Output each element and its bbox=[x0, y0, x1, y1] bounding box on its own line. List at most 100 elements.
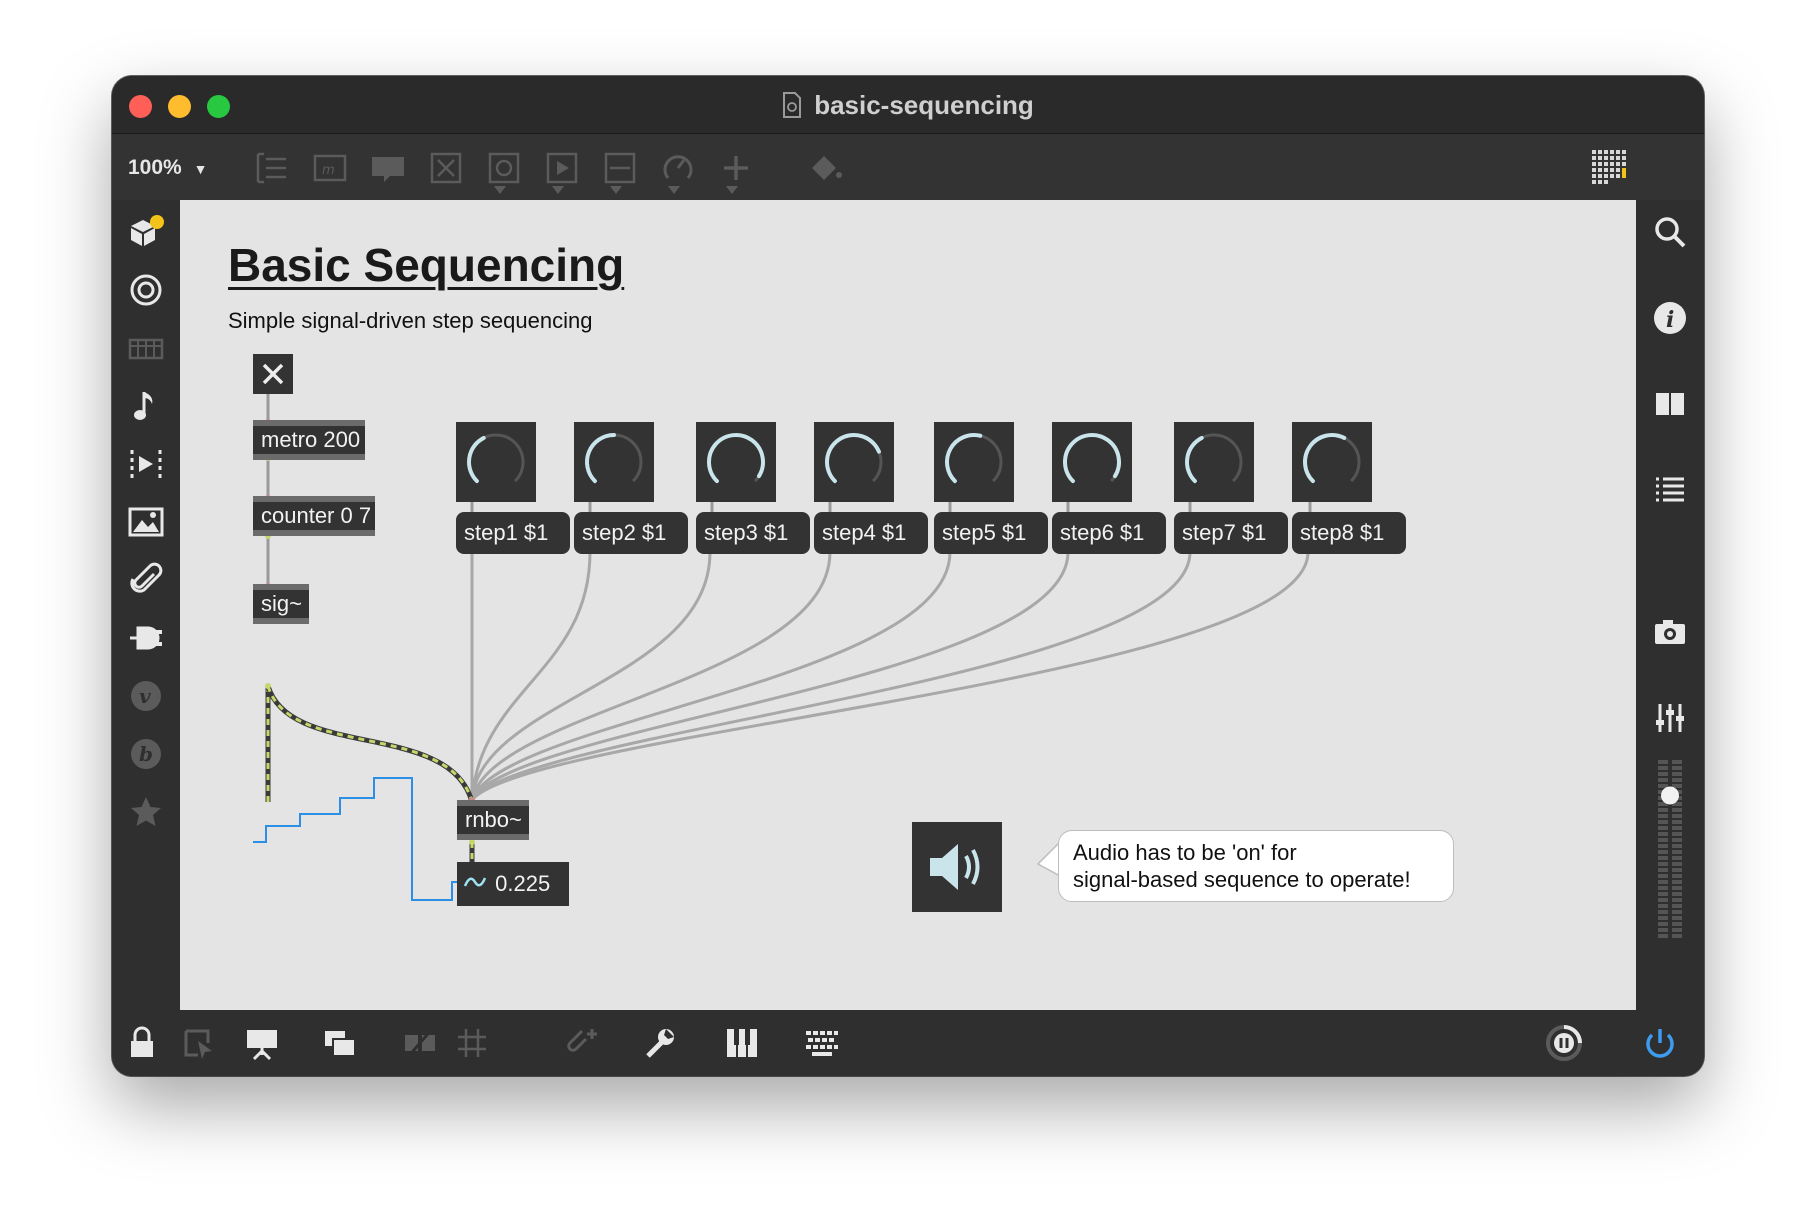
target-icon[interactable] bbox=[126, 270, 166, 310]
presentation-icon[interactable] bbox=[242, 1023, 282, 1063]
power-icon[interactable] bbox=[1640, 1023, 1680, 1063]
v-icon[interactable]: v bbox=[126, 676, 166, 716]
newobject-icon[interactable] bbox=[252, 148, 292, 188]
piano-icon[interactable] bbox=[722, 1023, 762, 1063]
wrench-icon[interactable] bbox=[640, 1023, 680, 1063]
meter-segment bbox=[1672, 916, 1682, 920]
meter-segment bbox=[1672, 934, 1682, 938]
step8-dial[interactable] bbox=[1292, 422, 1372, 502]
chevron-down-icon[interactable] bbox=[726, 186, 738, 194]
step5-message[interactable]: step5 $1 bbox=[934, 512, 1048, 554]
step4-message[interactable]: step4 $1 bbox=[814, 512, 928, 554]
paperclip-icon[interactable] bbox=[126, 560, 166, 600]
add-icon[interactable] bbox=[716, 148, 756, 188]
meter-segment bbox=[1658, 856, 1668, 860]
camera-icon[interactable] bbox=[1650, 612, 1690, 652]
step2-dial[interactable] bbox=[574, 422, 654, 502]
gain-slider-knob bbox=[1661, 786, 1679, 805]
windows-icon[interactable] bbox=[320, 1023, 360, 1063]
rnbo-object[interactable]: rnbo~ bbox=[457, 800, 529, 840]
meter-segment bbox=[1658, 844, 1668, 848]
paint-bucket-icon[interactable] bbox=[806, 148, 846, 188]
step5-dial[interactable] bbox=[934, 422, 1014, 502]
mixer-icon[interactable] bbox=[1650, 698, 1690, 738]
meter-segment bbox=[1658, 898, 1668, 902]
meter-segment bbox=[1672, 814, 1682, 818]
patcher-canvas[interactable]: Basic Sequencing Simple signal-driven st… bbox=[180, 200, 1636, 1010]
play-icon[interactable] bbox=[542, 148, 582, 188]
meter-segment bbox=[1672, 904, 1682, 908]
level-meter-icon[interactable] bbox=[1654, 756, 1686, 944]
toggle-icon[interactable] bbox=[426, 148, 466, 188]
step7-message[interactable]: step7 $1 bbox=[1174, 512, 1288, 554]
chevron-down-icon[interactable] bbox=[494, 186, 506, 194]
packages-icon[interactable] bbox=[126, 212, 166, 252]
presentation-select-icon[interactable] bbox=[178, 1023, 218, 1063]
keyboard-grid-icon[interactable] bbox=[802, 1023, 842, 1063]
meter-segment bbox=[1672, 880, 1682, 884]
packages-badge bbox=[150, 215, 164, 229]
lock-icon[interactable] bbox=[122, 1023, 162, 1063]
chevron-down-icon[interactable] bbox=[610, 186, 622, 194]
meter-segment bbox=[1672, 874, 1682, 878]
meter-segment bbox=[1658, 778, 1668, 782]
grid-icon[interactable] bbox=[452, 1023, 492, 1063]
step6-dial[interactable] bbox=[1052, 422, 1132, 502]
metro-toggle[interactable] bbox=[253, 354, 293, 394]
plug-icon[interactable] bbox=[126, 618, 166, 658]
step8-message[interactable]: step8 $1 bbox=[1292, 512, 1406, 554]
step1-dial[interactable] bbox=[456, 422, 536, 502]
step3-message[interactable]: step3 $1 bbox=[696, 512, 810, 554]
signal-number-display[interactable]: 0.225 bbox=[457, 862, 569, 906]
list-icon[interactable] bbox=[1650, 470, 1690, 510]
step3-dial[interactable] bbox=[696, 422, 776, 502]
step6-message[interactable]: step6 $1 bbox=[1052, 512, 1166, 554]
meter-segment bbox=[1672, 778, 1682, 782]
info-icon[interactable]: i bbox=[1650, 298, 1690, 338]
search-icon[interactable] bbox=[1650, 212, 1690, 252]
signal-scope-trace bbox=[253, 777, 470, 901]
chevron-down-icon[interactable] bbox=[668, 186, 680, 194]
b-icon[interactable]: b bbox=[126, 734, 166, 774]
meter-segment bbox=[1658, 850, 1668, 854]
button-icon[interactable] bbox=[484, 148, 524, 188]
right-sidebar: i bbox=[1636, 200, 1704, 1010]
dial-value-arc bbox=[1063, 433, 1121, 484]
music-note-icon[interactable] bbox=[126, 386, 166, 426]
keyboard-icon[interactable] bbox=[126, 328, 166, 368]
svg-text:v: v bbox=[139, 684, 151, 708]
step4-dial[interactable] bbox=[814, 422, 894, 502]
columns-icon[interactable] bbox=[1650, 384, 1690, 424]
audio-comment-line1: Audio has to be 'on' for bbox=[1073, 840, 1297, 865]
meter-segment bbox=[1672, 832, 1682, 836]
dial-icon[interactable] bbox=[658, 148, 698, 188]
sequence-icon[interactable] bbox=[126, 444, 166, 484]
meter-segment bbox=[1658, 868, 1668, 872]
step2-message[interactable]: step2 $1 bbox=[574, 512, 688, 554]
attach-icon[interactable] bbox=[562, 1023, 602, 1063]
counter-object[interactable]: counter 0 7 bbox=[253, 496, 375, 536]
step7-dial[interactable] bbox=[1174, 422, 1254, 502]
hide-icon[interactable] bbox=[400, 1023, 440, 1063]
step1-message[interactable]: step1 $1 bbox=[456, 512, 570, 554]
grid-view-icon[interactable] bbox=[1590, 148, 1630, 188]
dial-value-arc bbox=[707, 433, 765, 484]
message-icon[interactable]: m bbox=[310, 148, 350, 188]
image-icon[interactable] bbox=[126, 502, 166, 542]
sig-object[interactable]: sig~ bbox=[253, 584, 309, 624]
meter-segment bbox=[1672, 826, 1682, 830]
slider-icon[interactable] bbox=[600, 148, 640, 188]
zoom-level: 100% bbox=[128, 156, 182, 179]
cpu-meter-icon[interactable] bbox=[1544, 1023, 1584, 1063]
toggle-on-icon bbox=[262, 363, 284, 385]
chevron-down-icon[interactable] bbox=[552, 186, 564, 194]
star-icon[interactable] bbox=[126, 792, 166, 832]
meter-segment bbox=[1672, 808, 1682, 812]
left-sidebar: v b bbox=[112, 200, 180, 1010]
comment-icon[interactable] bbox=[368, 148, 408, 188]
zoom-menu[interactable]: 100% ▼ bbox=[128, 156, 207, 180]
metro-object[interactable]: metro 200 bbox=[253, 420, 365, 460]
max-patcher-window: basic-sequencing 100% ▼ m v b Basic Sequ… bbox=[112, 76, 1704, 1076]
audio-toggle[interactable] bbox=[912, 822, 1002, 912]
document-icon bbox=[782, 92, 802, 118]
